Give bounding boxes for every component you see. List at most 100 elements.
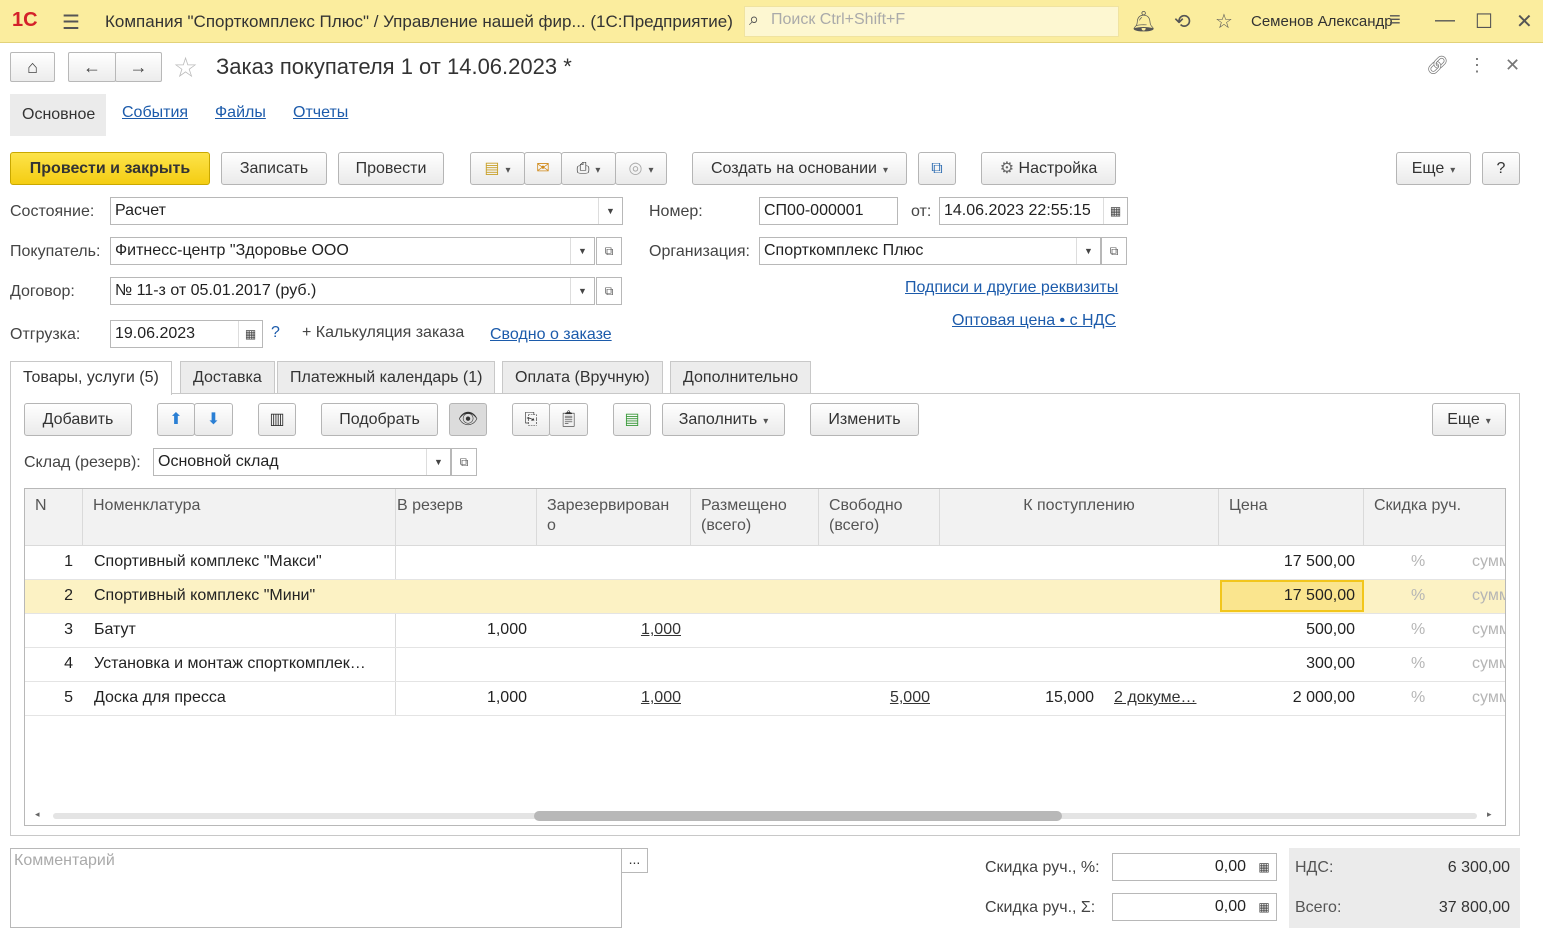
calculator-icon[interactable]: ▦ bbox=[1252, 854, 1276, 880]
table-row[interactable]: 3 Батут 1,000 1,000 500,00 % сумм bbox=[25, 614, 1505, 648]
contract-field[interactable]: № 11-з от 05.01.2017 (руб.) ▼ bbox=[110, 277, 595, 305]
table-row[interactable]: 5 Доска для пресса 1,000 1,000 5,000 15,… bbox=[25, 682, 1505, 716]
comment-field[interactable]: Комментарий bbox=[10, 848, 622, 928]
print-icon[interactable]: ⎙ ▾ bbox=[561, 152, 616, 185]
link-icon[interactable]: 🔗︎ bbox=[1426, 55, 1449, 76]
chevron-down-icon[interactable]: ▼ bbox=[598, 198, 622, 224]
forward-arrow-icon[interactable]: → bbox=[115, 52, 162, 82]
pick-button[interactable]: Подобрать bbox=[321, 403, 438, 436]
col-item-header[interactable]: Номенклатура bbox=[83, 489, 396, 546]
calendar-icon[interactable]: ▦ bbox=[1103, 198, 1127, 224]
col-free-header[interactable]: Свободно (всего) bbox=[819, 489, 940, 546]
save-button[interactable]: Записать bbox=[221, 152, 327, 185]
close-form-icon[interactable]: ✕ bbox=[1505, 55, 1520, 76]
table-row[interactable]: 2 Спортивный комплекс "Мини" 17 500,00 %… bbox=[25, 580, 1505, 614]
current-user[interactable]: Семенов Александр bbox=[1251, 13, 1393, 30]
tab-payment[interactable]: Оплата (Вручную) bbox=[502, 361, 663, 394]
post-button[interactable]: Провести bbox=[338, 152, 444, 185]
open-warehouse-icon[interactable]: ⧉ bbox=[451, 448, 477, 476]
row-reserved-link[interactable]: 1,000 bbox=[545, 614, 681, 647]
state-field[interactable]: Расчет ▼ bbox=[110, 197, 623, 225]
section-reports[interactable]: Отчеты bbox=[293, 104, 348, 122]
calculation-toggle[interactable]: + Калькуляция заказа bbox=[302, 324, 464, 342]
warehouse-field[interactable]: Основной склад ▼ bbox=[153, 448, 451, 476]
chevron-down-icon[interactable]: ▼ bbox=[570, 238, 594, 264]
col-discount-header[interactable]: Скидка руч. bbox=[1364, 489, 1505, 546]
buyer-field[interactable]: Фитнесс-центр "Здоровье ООО ▼ bbox=[110, 237, 595, 265]
settings-menu-icon[interactable]: ≡ bbox=[1389, 9, 1401, 32]
chevron-down-icon[interactable]: ▼ bbox=[426, 449, 450, 475]
number-field[interactable]: СП00-000001 bbox=[759, 197, 898, 225]
table-row[interactable]: 4 Установка и монтаж спорткомплек… 300,0… bbox=[25, 648, 1505, 682]
tab-payment-calendar[interactable]: Платежный календарь (1) bbox=[277, 361, 496, 394]
maximize-icon[interactable]: ☐ bbox=[1475, 9, 1493, 34]
shipment-date-field[interactable]: 19.06.2023 ▦ bbox=[110, 320, 263, 348]
history-icon[interactable]: ⟲ bbox=[1174, 9, 1191, 34]
close-window-icon[interactable]: ✕ bbox=[1516, 9, 1533, 34]
move-down-icon[interactable]: ⬇ bbox=[194, 403, 233, 436]
global-search-input[interactable]: ⌕ Поиск Ctrl+Shift+F bbox=[744, 6, 1119, 37]
more-vertical-icon[interactable]: ⋮ bbox=[1468, 55, 1486, 76]
minimize-icon[interactable]: — bbox=[1435, 9, 1455, 32]
date-field[interactable]: 14.06.2023 22:55:15 ▦ bbox=[939, 197, 1128, 225]
structure-icon[interactable]: ⧉ bbox=[918, 152, 956, 185]
section-events[interactable]: События bbox=[122, 104, 188, 122]
chevron-down-icon[interactable]: ▼ bbox=[1076, 238, 1100, 264]
edo-icon[interactable]: ◎ ▾ bbox=[615, 152, 667, 185]
order-summary-link[interactable]: Сводно о заказе bbox=[490, 326, 612, 344]
shipment-help-icon[interactable]: ? bbox=[271, 324, 280, 342]
chevron-down-icon[interactable]: ▼ bbox=[570, 278, 594, 304]
col-n-header[interactable]: N bbox=[25, 489, 83, 546]
eye-icon[interactable]: 👁︎ bbox=[449, 403, 487, 436]
back-arrow-icon[interactable]: ← bbox=[68, 52, 116, 82]
col-incoming-header[interactable]: К поступлению bbox=[940, 489, 1219, 546]
email-icon[interactable]: ✉ bbox=[524, 152, 562, 185]
scroll-right-icon[interactable]: ▸ bbox=[1487, 809, 1492, 820]
main-menu-icon[interactable]: ☰ bbox=[62, 10, 80, 35]
settings-button[interactable]: ⚙ Настройка bbox=[981, 152, 1116, 185]
table-more-button[interactable]: Еще ▾ bbox=[1432, 403, 1506, 436]
row-reserved-link[interactable]: 1,000 bbox=[545, 682, 681, 715]
change-button[interactable]: Изменить bbox=[810, 403, 919, 436]
section-files[interactable]: Файлы bbox=[215, 104, 266, 122]
discount-pct-field[interactable]: 0,00 ▦ bbox=[1112, 853, 1277, 881]
more-button[interactable]: Еще ▾ bbox=[1396, 152, 1471, 185]
signatures-link[interactable]: Подписи и другие реквизиты bbox=[905, 279, 1118, 297]
paste-icon[interactable]: 📋︎ bbox=[549, 403, 588, 436]
bell-icon[interactable]: 🔔︎ bbox=[1131, 9, 1156, 34]
row-price[interactable]: 17 500,00 bbox=[1225, 580, 1355, 613]
row-free-link[interactable]: 5,000 bbox=[825, 682, 930, 715]
calculator-icon[interactable]: ▦ bbox=[1252, 894, 1276, 920]
open-buyer-icon[interactable]: ⧉ bbox=[596, 237, 622, 265]
col-placed-header[interactable]: Размещено (всего) bbox=[691, 489, 819, 546]
section-main[interactable]: Основное bbox=[10, 94, 106, 136]
favorites-star-icon[interactable]: ☆ bbox=[1215, 9, 1233, 34]
goods-table[interactable]: N Номенклатура В резерв Зарезервирован о… bbox=[24, 488, 1506, 826]
favorite-star-icon[interactable]: ☆ bbox=[173, 51, 198, 84]
home-icon[interactable]: ⌂ bbox=[10, 52, 55, 82]
calendar-icon[interactable]: ▦ bbox=[238, 321, 262, 347]
add-row-button[interactable]: Добавить bbox=[24, 403, 132, 436]
org-field[interactable]: Спорткомплекс Плюс ▼ bbox=[759, 237, 1101, 265]
col-reserved-header[interactable]: Зарезервирован о bbox=[537, 489, 691, 546]
tab-delivery[interactable]: Доставка bbox=[180, 361, 275, 394]
comment-expand-button[interactable]: ... bbox=[621, 848, 648, 873]
copy-icon[interactable]: ⎘ bbox=[512, 403, 550, 436]
col-price-header[interactable]: Цена bbox=[1219, 489, 1364, 546]
post-and-close-button[interactable]: Провести и закрыть bbox=[10, 152, 210, 185]
move-up-icon[interactable]: ⬆ bbox=[157, 403, 195, 436]
table-row[interactable]: 1 Спортивный комплекс "Макси" 17 500,00 … bbox=[25, 546, 1505, 580]
tab-additional[interactable]: Дополнительно bbox=[670, 361, 812, 394]
create-based-on-button[interactable]: Создать на основании ▾ bbox=[692, 152, 907, 185]
scroll-left-icon[interactable]: ◂ bbox=[35, 809, 40, 820]
barcode-icon[interactable]: ▥ bbox=[258, 403, 296, 436]
scrollbar-thumb[interactable] bbox=[534, 811, 1062, 821]
app-logo[interactable]: 1С bbox=[12, 9, 38, 32]
tab-goods[interactable]: Товары, услуги (5) bbox=[10, 361, 172, 395]
fill-button[interactable]: Заполнить ▾ bbox=[662, 403, 785, 436]
table-fill-icon[interactable]: ▤ bbox=[613, 403, 651, 436]
help-button[interactable]: ? bbox=[1482, 152, 1520, 185]
open-contract-icon[interactable]: ⧉ bbox=[596, 277, 622, 305]
col-reserve-header[interactable]: В резерв bbox=[396, 489, 537, 546]
document-status-icon[interactable]: ▤ ▾ bbox=[470, 152, 525, 185]
